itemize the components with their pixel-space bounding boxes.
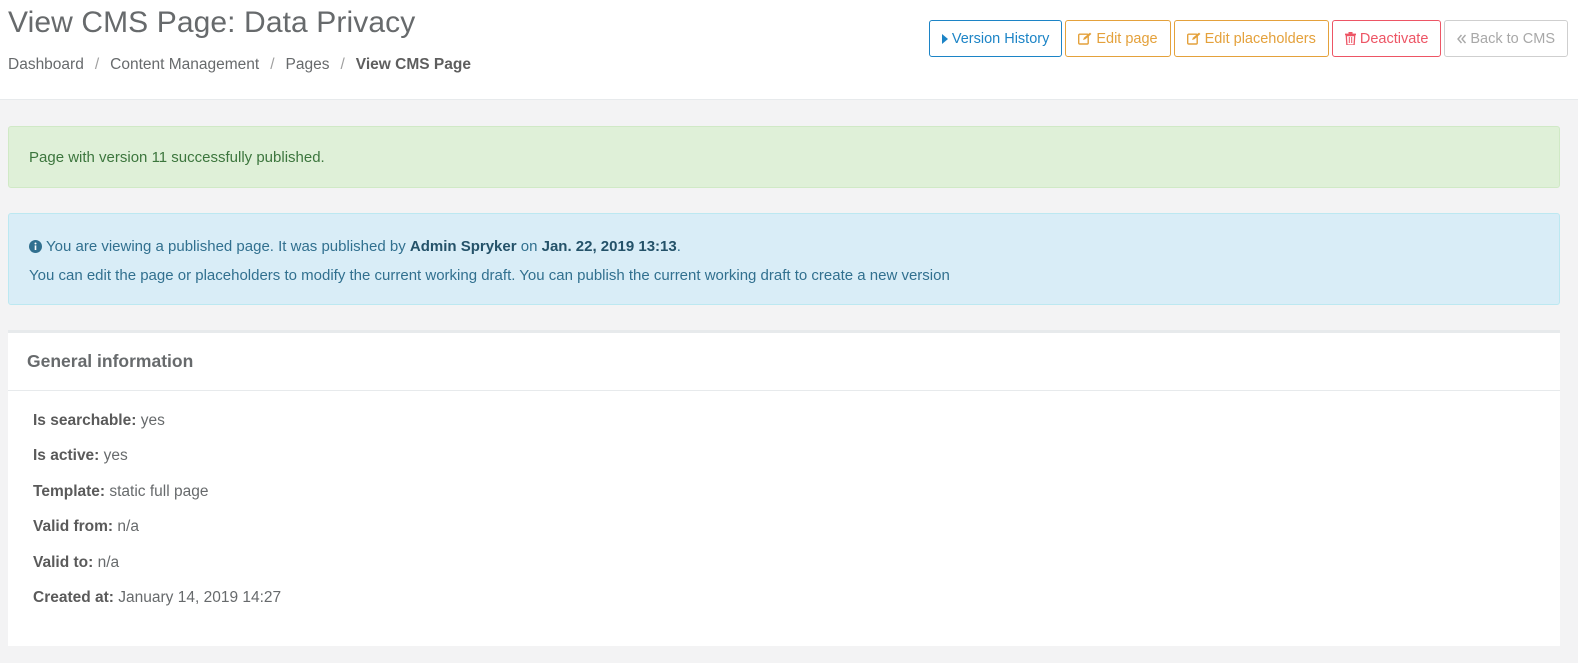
field-label: Template: (33, 482, 106, 500)
info-alert-line-2: You can edit the page or placeholders to… (29, 265, 1539, 285)
info-alert-description: You can edit the page or placeholders to… (29, 266, 950, 284)
field-created-at: Created at: January 14, 2019 14:27 (33, 589, 1560, 624)
action-toolbar: Version History Edit page Edit placehold… (928, 20, 1568, 57)
field-is-searchable: Is searchable: yes (33, 412, 1560, 447)
deactivate-label: Deactivate (1359, 30, 1429, 47)
field-valid-to: Valid to: n/a (33, 554, 1560, 589)
field-template: Template: static full page (33, 483, 1560, 518)
version-history-label: Version History (951, 30, 1050, 47)
edit-placeholders-label: Edit placeholders (1204, 30, 1316, 47)
edit-placeholders-button[interactable]: Edit placeholders (1173, 20, 1329, 57)
field-valid-from: Valid from: n/a (33, 518, 1560, 553)
breadcrumb-separator: / (94, 56, 100, 73)
info-alert-line-1: You are viewing a published page. It was… (29, 236, 1539, 256)
info-circle-icon (29, 239, 42, 253)
info-alert-prefix: You are viewing a published page. It was… (46, 237, 406, 255)
breadcrumb-content-management[interactable]: Content Management (110, 56, 259, 74)
edit-icon (1186, 32, 1201, 45)
field-value: static full page (109, 482, 209, 500)
back-to-cms-button[interactable]: Back to CMS (1444, 20, 1568, 57)
info-alert-suffix: . (676, 237, 681, 255)
field-value: January 14, 2019 14:27 (118, 588, 282, 606)
breadcrumb-dashboard[interactable]: Dashboard (8, 56, 84, 74)
field-value: yes (140, 412, 165, 429)
deactivate-button[interactable]: Deactivate (1331, 20, 1442, 57)
trash-icon (1344, 32, 1356, 45)
field-value: n/a (117, 518, 139, 536)
info-alert-on: on (520, 237, 538, 255)
field-label: Created at: (33, 588, 114, 606)
double-chevron-left-icon (1457, 34, 1467, 43)
success-alert-message: Page with version 11 successfully publis… (29, 149, 325, 166)
breadcrumb-active: View CMS Page (355, 56, 471, 73)
info-alert: You are viewing a published page. It was… (8, 213, 1560, 305)
field-label: Is searchable: (33, 412, 137, 429)
field-value: n/a (97, 553, 120, 571)
caret-right-icon (941, 33, 948, 44)
field-label: Is active: (33, 447, 100, 465)
edit-page-label: Edit page (1096, 30, 1158, 47)
panel-title: General information (8, 333, 1560, 391)
back-to-cms-label: Back to CMS (1470, 30, 1555, 47)
page-title: View CMS Page: Data Privacy (8, 6, 416, 39)
breadcrumb: Dashboard / Content Management / Pages /… (8, 56, 471, 74)
field-value: yes (103, 447, 128, 465)
panel-body: Is searchable: yes Is active: yes Templa… (8, 391, 1560, 624)
publisher-name: Admin Spryker (409, 237, 517, 255)
edit-page-button[interactable]: Edit page (1065, 20, 1171, 57)
publish-date: Jan. 22, 2019 13:13 (541, 237, 677, 255)
breadcrumb-pages[interactable]: Pages (286, 56, 330, 74)
field-is-active: Is active: yes (33, 447, 1560, 482)
success-alert: Page with version 11 successfully publis… (8, 126, 1560, 188)
page-header: View CMS Page: Data Privacy Dashboard / … (0, 0, 1578, 100)
field-label: Valid to: (33, 553, 94, 571)
edit-icon (1078, 32, 1092, 45)
breadcrumb-separator: / (340, 56, 345, 73)
version-history-button[interactable]: Version History (928, 20, 1063, 57)
field-label: Valid from: (33, 518, 114, 536)
general-information-panel: General information Is searchable: yes I… (8, 330, 1560, 646)
breadcrumb-separator: / (270, 56, 275, 73)
